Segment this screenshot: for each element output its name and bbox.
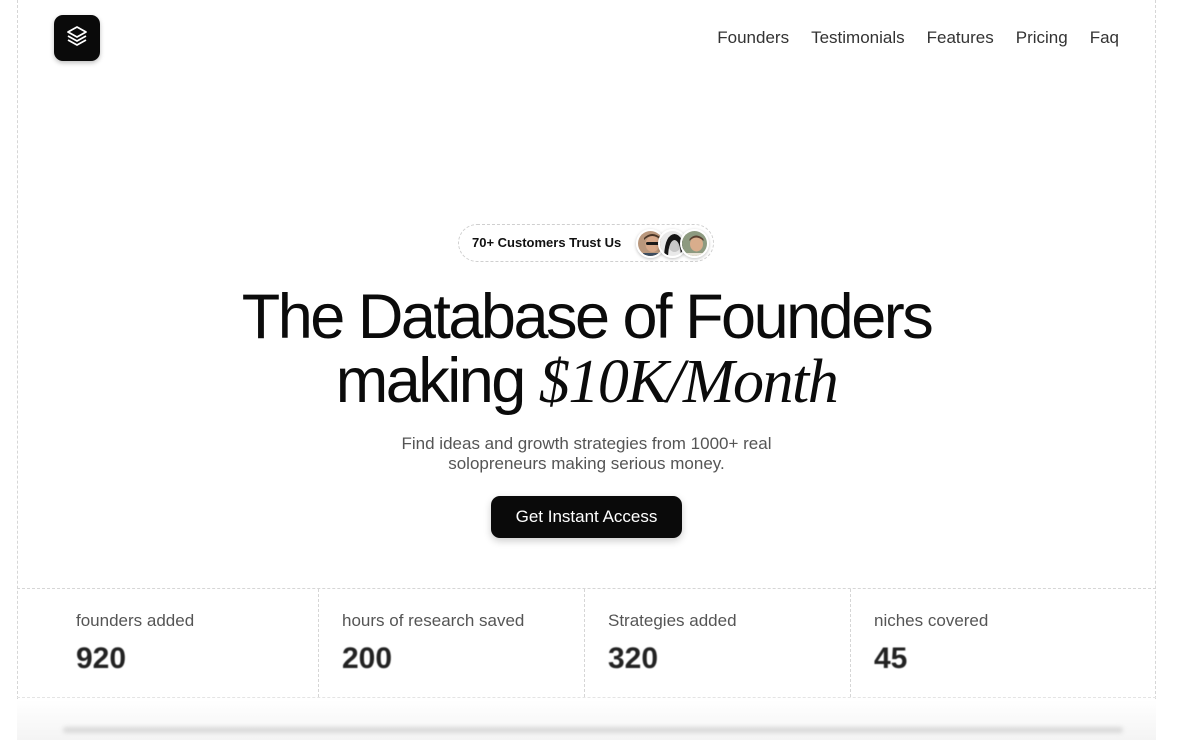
stats-row: founders added 920 hours of research sav… xyxy=(17,588,1156,698)
stat-value: 320 xyxy=(608,642,659,675)
stat-card-strategies: Strategies added 320 xyxy=(585,589,851,697)
stat-value: 200 xyxy=(342,642,393,675)
stat-label: founders added xyxy=(76,611,195,630)
stat-label: niches covered xyxy=(874,611,989,630)
nav-link-testimonials[interactable]: Testimonials xyxy=(811,27,905,49)
top-nav: Founders Testimonials Features Pricing F… xyxy=(717,27,1119,49)
hero-subtext: Find ideas and growth strategies from 10… xyxy=(0,434,1173,474)
next-section-preview xyxy=(17,700,1156,740)
hero-subtext-line1: Find ideas and growth strategies from 10… xyxy=(401,434,772,453)
hero-subtext-line2: solopreneurs making serious money. xyxy=(448,454,725,473)
layers-icon xyxy=(65,24,89,53)
customer-avatars xyxy=(636,229,716,259)
stat-label: Strategies added xyxy=(608,611,737,630)
nav-link-features[interactable]: Features xyxy=(927,27,994,49)
avatar xyxy=(680,229,709,258)
nav-link-founders[interactable]: Founders xyxy=(717,27,789,49)
hero-headline-line2: making $10K/Month xyxy=(0,348,1173,415)
get-instant-access-button[interactable]: Get Instant Access xyxy=(491,496,682,538)
stat-card-niches: niches covered 45 xyxy=(851,589,1156,697)
hero-headline-line1: The Database of Founders xyxy=(241,282,934,352)
nav-link-faq[interactable]: Faq xyxy=(1090,27,1119,49)
nav-link-pricing[interactable]: Pricing xyxy=(1016,27,1068,49)
logo[interactable] xyxy=(54,15,100,61)
trust-badge: 70+ Customers Trust Us xyxy=(458,224,714,262)
stat-card-hours: hours of research saved 200 xyxy=(319,589,585,697)
trust-badge-text: 70+ Customers Trust Us xyxy=(472,235,622,250)
stat-card-founders: founders added 920 xyxy=(17,589,319,697)
headline-italic-text: $10K/Month xyxy=(538,348,839,416)
preview-bar xyxy=(63,727,1123,733)
stat-value: 920 xyxy=(76,642,127,675)
headline-plain-text: making xyxy=(335,346,527,416)
stat-value: 45 xyxy=(874,642,908,675)
stat-label: hours of research saved xyxy=(342,611,525,630)
